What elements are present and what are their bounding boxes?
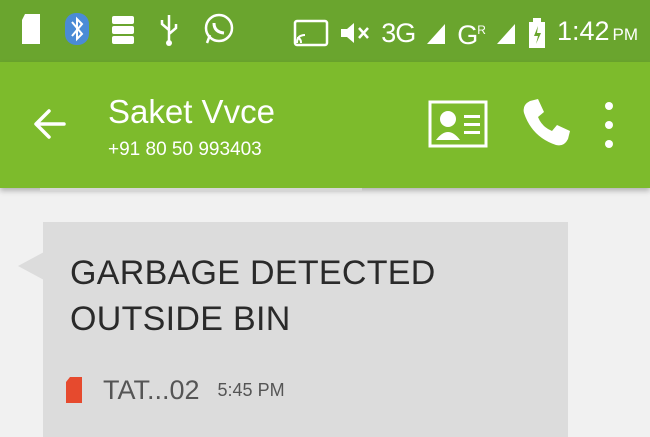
previous-message-edge bbox=[40, 188, 362, 192]
status-bar: 3G GR 1:42 PM bbox=[0, 0, 650, 62]
contact-number: +91 80 50 993403 bbox=[108, 139, 262, 160]
sim-card-icon bbox=[66, 377, 82, 403]
mute-icon bbox=[341, 22, 370, 43]
contact-name: Saket Vvce bbox=[108, 93, 275, 130]
message-meta: TAT...02 5:45 PM bbox=[65, 372, 285, 408]
clock: 1:42 PM bbox=[556, 15, 639, 46]
conversation-toolbar: Saket Vvce +91 80 50 993403 bbox=[0, 62, 650, 188]
whatsapp-icon bbox=[204, 13, 234, 44]
phone-icon[interactable] bbox=[518, 95, 574, 151]
message-text: GARBAGE DETECTED OUTSIDE BIN bbox=[70, 254, 436, 338]
back-arrow-icon[interactable] bbox=[28, 102, 72, 146]
signal-icon-2 bbox=[496, 23, 515, 44]
bluetooth-icon bbox=[65, 13, 89, 45]
usb-icon bbox=[160, 15, 178, 46]
network-g-label: GR bbox=[457, 20, 486, 50]
contact-card-icon[interactable] bbox=[428, 98, 488, 150]
sim-label: TAT...02 bbox=[103, 375, 200, 405]
network-3g-label: 3G bbox=[381, 17, 416, 48]
storage-icon bbox=[112, 16, 134, 44]
signal-icon bbox=[427, 23, 446, 44]
sd-card-icon bbox=[22, 14, 40, 44]
battery-icon bbox=[528, 17, 545, 48]
roaming-label: R bbox=[477, 23, 486, 37]
cast-icon bbox=[293, 19, 329, 46]
status-icons-left bbox=[18, 12, 236, 46]
bubble-tail bbox=[18, 252, 44, 280]
message-time: 5:45 PM bbox=[217, 380, 285, 400]
status-icons-right: 3G GR 1:42 PM bbox=[293, 10, 638, 55]
clock-ampm: PM bbox=[612, 24, 639, 44]
more-options-icon[interactable] bbox=[594, 98, 624, 152]
